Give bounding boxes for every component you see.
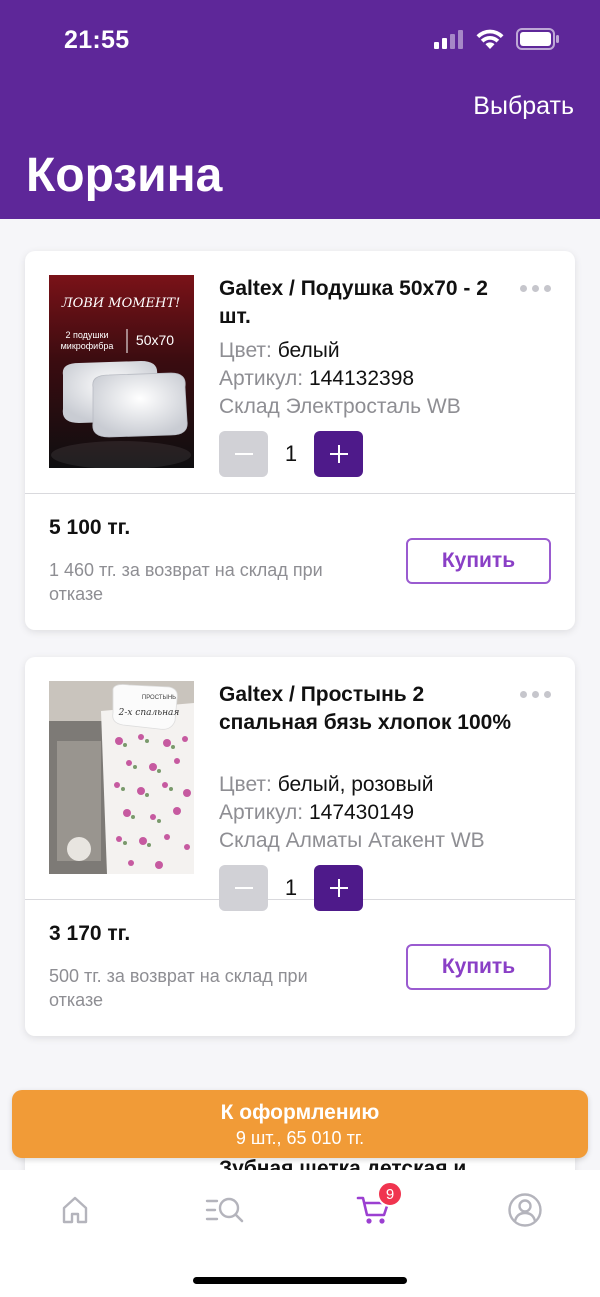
tab-profile[interactable] [505, 1190, 545, 1230]
status-time: 21:55 [64, 26, 130, 54]
home-indicator[interactable] [193, 1277, 407, 1284]
image-text: 2-х спальная [118, 708, 180, 718]
status-icons [434, 28, 560, 50]
app-header: 21:55 Выбрать Корзина [0, 0, 600, 219]
product-name[interactable]: Galtex / Простынь 2 спальная бязь хлопок… [219, 681, 519, 737]
cart-item-card: ЛОВИ МОМЕНТ! 2 подушки микрофибра 50x70 … [25, 251, 575, 630]
quantity-stepper: 1 [219, 431, 363, 477]
image-text: ПРОСТЫНЬ [142, 695, 176, 701]
product-article: Артикул: 144132398 [219, 367, 415, 390]
checkout-label: К оформлению [220, 1101, 380, 1124]
image-text: 2 подушки [65, 330, 108, 340]
product-name[interactable]: Galtex / Подушка 50х70 - 2 шт. [219, 275, 519, 331]
checkout-button[interactable]: К оформлению 9 шт., 65 010 тг. [12, 1090, 588, 1158]
quantity-value: 1 [284, 875, 298, 900]
plus-icon [329, 445, 348, 463]
return-fee-note: 1 460 тг. за возврат на склад при отказе [49, 560, 323, 604]
product-price: 5 100 тг. [49, 516, 131, 539]
battery-icon [516, 28, 559, 50]
wifi-icon [476, 29, 504, 49]
product-color: Цвет: белый, розовый [219, 773, 434, 796]
cart-count-badge: 9 [377, 1181, 403, 1207]
catalog-search-icon [205, 1197, 244, 1223]
cart-item-card: ПРОСТЫНЬ 2-х спальная Galtex / Простынь … [25, 657, 575, 1036]
cellular-signal-icon [434, 30, 463, 49]
decrease-quantity-button[interactable] [219, 431, 268, 477]
more-options-icon[interactable] [520, 691, 551, 698]
product-image[interactable]: ЛОВИ МОМЕНТ! 2 подушки микрофибра 50x70 [49, 275, 194, 468]
page-title: Корзина [26, 149, 223, 202]
image-text: микрофибра [61, 341, 114, 351]
select-button[interactable]: Выбрать [473, 92, 574, 121]
minus-icon [234, 453, 253, 455]
plus-icon [329, 879, 348, 897]
tab-home[interactable] [55, 1190, 95, 1230]
return-fee-note: 500 тг. за возврат на склад при отказе [49, 966, 308, 1010]
buy-button[interactable]: Купить [406, 944, 551, 990]
product-price: 3 170 тг. [49, 922, 131, 945]
minus-icon [234, 887, 253, 889]
product-warehouse: Склад Алматы Атакент WB [219, 829, 485, 852]
image-text: ЛОВИ МОМЕНТ! [61, 296, 181, 311]
product-color: Цвет: белый [219, 339, 340, 362]
more-options-icon[interactable] [520, 285, 551, 292]
profile-icon [508, 1193, 542, 1227]
buy-button[interactable]: Купить [406, 538, 551, 584]
product-name[interactable]: Зубная щетка детская и [219, 1157, 466, 1170]
quantity-value: 1 [284, 441, 298, 466]
product-warehouse: Склад Электросталь WB [219, 395, 461, 418]
increase-quantity-button[interactable] [314, 431, 363, 477]
product-image[interactable]: ПРОСТЫНЬ 2-х спальная [49, 681, 194, 874]
tab-catalog[interactable] [205, 1190, 245, 1230]
product-article: Артикул: 147430149 [219, 801, 415, 824]
checkout-summary: 9 шт., 65 010 тг. [235, 1128, 365, 1148]
image-text: 50x70 [136, 332, 174, 348]
cart-list[interactable]: ЛОВИ МОМЕНТ! 2 подушки микрофибра 50x70 … [0, 219, 600, 1170]
home-icon [62, 1196, 88, 1224]
